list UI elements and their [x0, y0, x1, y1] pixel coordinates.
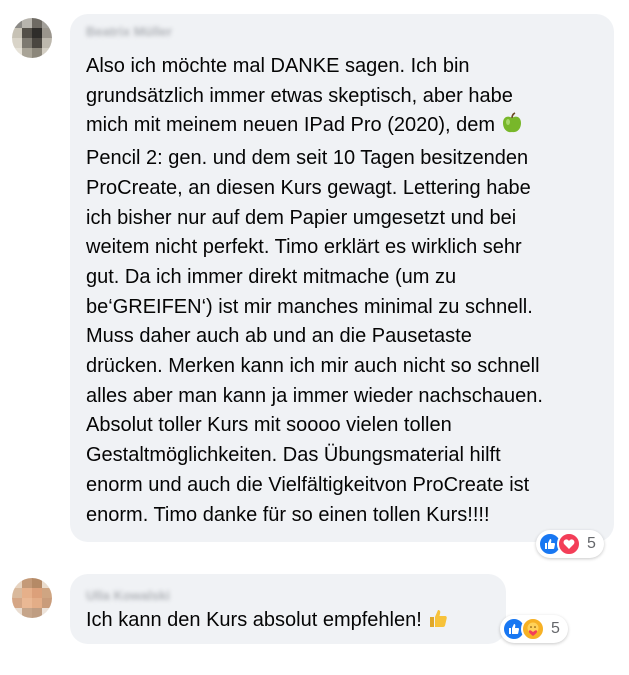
comment-bubble: Ulla Kowalski Ich kann den Kurs absolut … — [70, 574, 506, 644]
comment-bubble: Beatrix Müller Also ich möchte mal DANKE… — [70, 14, 614, 542]
comment-text: Also ich möchte mal DANKE sagen. Ich bin… — [86, 52, 543, 530]
thumbs-up-emoji-icon — [427, 607, 449, 639]
comment-text-part: Ich kann den Kurs absolut empfehlen! — [86, 609, 422, 631]
avatar[interactable] — [12, 578, 52, 618]
love-icon — [557, 532, 581, 556]
comment-text: Ich kann den Kurs absolut empfehlen! — [86, 606, 449, 639]
reaction-count: 5 — [551, 620, 560, 637]
reaction-summary[interactable]: 5 — [536, 530, 604, 558]
comment-author[interactable]: Beatrix Müller — [86, 24, 172, 39]
avatar[interactable] — [12, 18, 52, 58]
comment-author[interactable]: Ulla Kowalski — [86, 588, 170, 603]
comment-text-part: Also ich möchte mal DANKE sagen. Ich bin… — [86, 55, 513, 137]
comment-text-part: Pencil 2: gen. und dem seit 10 Tagen bes… — [86, 147, 543, 526]
care-icon — [521, 617, 545, 641]
green-apple-icon — [501, 112, 523, 144]
reaction-summary[interactable]: 5 — [500, 615, 568, 643]
reaction-count: 5 — [587, 535, 596, 552]
